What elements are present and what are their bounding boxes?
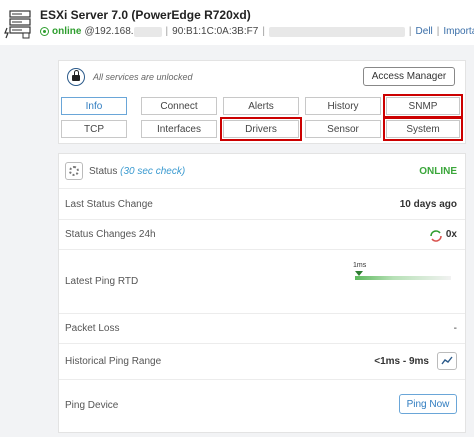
ping-rtd-track <box>355 276 451 280</box>
status-label: Status (30 sec check) <box>89 166 185 177</box>
ping-rtd-label: Latest Ping RTD <box>65 276 139 287</box>
ping-device-row: Ping Device Ping Now <box>59 380 465 432</box>
tab-connect[interactable]: Connect <box>141 97 217 115</box>
online-status-icon <box>40 27 49 36</box>
tab-snmp[interactable]: SNMP <box>383 94 463 118</box>
hostname-redacted <box>268 26 405 37</box>
services-card: All services are unlocked Access Manager… <box>58 60 466 144</box>
status-value: ONLINE <box>419 166 457 177</box>
packet-loss-label: Packet Loss <box>65 323 120 334</box>
mac-address: 90:B1:1C:0A:3B:F7 <box>172 26 259 37</box>
status-card: Status (30 sec check) ONLINE Last Status… <box>58 153 466 433</box>
tab-interfaces[interactable]: Interfaces <box>141 120 217 138</box>
ping-range-label: Historical Ping Range <box>65 356 162 367</box>
important-link[interactable]: Important <box>443 26 474 37</box>
status-changes-value: 0x <box>445 229 457 240</box>
vendor-link[interactable]: Dell <box>416 26 433 37</box>
ping-range-value: <1ms - 9ms <box>374 356 429 367</box>
ping-rtd-row: Latest Ping RTD 1ms <box>59 250 465 314</box>
tab-sensor[interactable]: Sensor <box>305 120 381 138</box>
ping-now-button[interactable]: Ping Now <box>399 394 457 414</box>
tab-drivers[interactable]: Drivers <box>220 117 302 141</box>
device-header: ESXi Server 7.0 (PowerEdge R720xd) onlin… <box>0 0 474 45</box>
status-label-text: Status <box>89 166 118 177</box>
tab-alerts[interactable]: Alerts <box>223 97 299 115</box>
ping-rtd-value: 1ms <box>353 262 367 269</box>
ping-rtd-marker <box>355 271 363 276</box>
tab-tcp[interactable]: TCP <box>61 120 127 138</box>
page-title: ESXi Server 7.0 (PowerEdge R720xd) <box>40 8 251 22</box>
separator: | <box>408 26 412 37</box>
ping-range-row: Historical Ping Range <1ms - 9ms <box>59 344 465 380</box>
lock-icon <box>67 68 85 86</box>
ping-rtd-gauge: 1ms <box>353 262 453 286</box>
last-change-label: Last Status Change <box>65 199 153 210</box>
ping-device-label: Ping Device <box>65 400 119 411</box>
status-row: Status (30 sec check) ONLINE <box>59 154 465 189</box>
status-changes-row: Status Changes 24h 0x <box>59 220 465 250</box>
last-change-value: 10 days ago <box>399 199 457 210</box>
separator: | <box>262 26 265 37</box>
ping-history-chart-button[interactable] <box>437 352 457 370</box>
tab-info[interactable]: Info <box>61 97 127 115</box>
access-manager-button[interactable]: Access Manager <box>363 67 455 86</box>
packet-loss-value: - <box>453 323 457 334</box>
refresh-cycle-icon <box>430 230 442 242</box>
packet-loss-row: Packet Loss - <box>59 314 465 344</box>
last-change-row: Last Status Change 10 days ago <box>59 189 465 220</box>
separator: | <box>436 26 440 37</box>
tab-system[interactable]: System <box>383 117 463 141</box>
ip-address: @192.168. <box>84 26 134 37</box>
separator: | <box>165 26 169 37</box>
ip-redacted <box>133 26 162 37</box>
settings-gear-icon[interactable] <box>65 162 83 180</box>
device-subline: online @192.168. | 90:B1:1C:0A:3B:F7 | |… <box>40 26 474 37</box>
status-changes-label: Status Changes 24h <box>65 229 156 240</box>
tab-history[interactable]: History <box>305 97 381 115</box>
services-status-text: All services are unlocked <box>93 72 193 82</box>
server-icon <box>4 10 31 39</box>
status-check-interval: (30 sec check) <box>120 166 186 177</box>
line-chart-icon <box>441 356 453 365</box>
online-status-text: online <box>52 26 82 37</box>
